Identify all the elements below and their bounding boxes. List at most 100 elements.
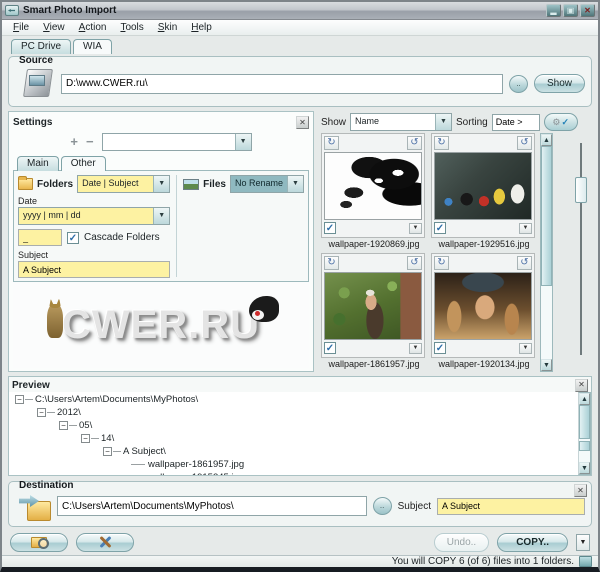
rotate-cw-icon[interactable]: ↻ (324, 256, 339, 270)
menu-action[interactable]: Action (72, 21, 114, 34)
scrollbar-thumb[interactable] (541, 146, 552, 286)
photo-options-dropdown[interactable]: ▼ (519, 223, 532, 234)
chevron-down-icon[interactable]: ▼ (153, 208, 169, 224)
tree-collapse-icon[interactable]: − (59, 421, 68, 430)
app-window: Smart Photo Import ▂ ▣ ✕ File View Actio… (0, 0, 600, 572)
destination-path-input[interactable] (57, 496, 367, 516)
tree-row[interactable]: − 14\ (13, 432, 578, 445)
destination-close-icon[interactable]: ✕ (574, 484, 587, 497)
tools-button[interactable] (76, 533, 134, 552)
copy-options-dropdown[interactable]: ▼ (576, 534, 590, 551)
thumbnail-size-slider[interactable] (575, 143, 587, 355)
files-rename-combobox[interactable]: No Rename ▼ (230, 175, 304, 193)
chevron-down-icon[interactable]: ▼ (153, 176, 169, 192)
preview-title: Preview (12, 380, 50, 391)
chevron-down-icon[interactable]: ▼ (435, 114, 451, 130)
rotate-ccw-icon[interactable]: ↺ (517, 136, 532, 150)
watermark-text: CWER.RU (62, 303, 260, 348)
tree-row[interactable]: wallpaper-1861957.jpg (13, 458, 578, 471)
menu-help[interactable]: Help (184, 21, 219, 34)
tab-main[interactable]: Main (17, 156, 59, 171)
photo-thumbnail[interactable] (434, 152, 532, 220)
rotate-cw-icon[interactable]: ↻ (324, 136, 339, 150)
copy-button[interactable]: COPY.. (497, 533, 568, 552)
tree-row[interactable]: − C:\Users\Artem\Documents\MyPhotos\ (13, 393, 578, 406)
photo-select-checkbox[interactable]: ✓ (324, 342, 336, 354)
scroll-down-icon[interactable]: ▼ (579, 462, 590, 474)
scrollbar-thumb[interactable] (579, 405, 590, 439)
photos-scrollbar[interactable]: ▲ ▼ (540, 133, 553, 372)
tree-row[interactable]: − A Subject\ (13, 445, 578, 458)
photo-options-dropdown[interactable]: ▼ (409, 223, 422, 234)
source-browse-button[interactable]: .. (509, 75, 528, 93)
menu-skin[interactable]: Skin (151, 21, 184, 34)
photo-thumbnail[interactable] (434, 272, 532, 340)
sorting-input[interactable] (492, 114, 540, 131)
menu-file[interactable]: File (6, 21, 36, 34)
photo-card[interactable]: ↻ ↺ ✓ ▼ (431, 253, 535, 358)
photo-options-dropdown[interactable]: ▼ (519, 343, 532, 354)
apply-settings-button[interactable]: ⚙ ✓ (544, 113, 578, 131)
preview-panel: Preview ✕ − C:\Users\Artem\Documents\MyP… (8, 376, 592, 476)
subject-input[interactable] (18, 261, 170, 278)
settings-close-icon[interactable]: ✕ (296, 116, 309, 129)
cascade-folders-checkbox[interactable]: ✓ (67, 232, 79, 244)
photo-thumbnail[interactable] (324, 152, 422, 220)
preview-close-icon[interactable]: ✕ (575, 379, 588, 392)
photo-thumbnail[interactable] (324, 272, 422, 340)
maximize-button[interactable]: ▣ (563, 4, 578, 17)
slider-handle[interactable] (575, 177, 587, 203)
tree-row[interactable]: − 05\ (13, 419, 578, 432)
chevron-down-icon[interactable]: ▼ (235, 134, 251, 150)
rotate-cw-icon[interactable]: ↻ (434, 256, 449, 270)
photo-select-checkbox[interactable]: ✓ (434, 222, 446, 234)
subject-label: Subject (18, 250, 170, 260)
undo-button[interactable]: Undo.. (434, 533, 489, 552)
tree-collapse-icon[interactable]: − (37, 408, 46, 417)
source-show-button[interactable]: Show (534, 74, 585, 93)
menu-view[interactable]: View (36, 21, 72, 34)
photo-card[interactable]: ↻ ↺ ✓ ▼ (321, 253, 425, 358)
chevron-down-icon[interactable]: ▼ (287, 176, 303, 192)
scroll-up-icon[interactable]: ▲ (541, 134, 552, 146)
source-path-input[interactable] (61, 74, 503, 94)
source-drive-icon (21, 67, 55, 101)
preset-remove-button[interactable]: − (86, 137, 94, 147)
close-button[interactable]: ✕ (580, 4, 595, 17)
tree-collapse-icon[interactable]: − (81, 434, 90, 443)
tree-row[interactable]: wallpaper-1915345.jpg (13, 471, 578, 475)
rotate-ccw-icon[interactable]: ↺ (407, 136, 422, 150)
rotate-ccw-icon[interactable]: ↺ (407, 256, 422, 270)
minimize-button[interactable]: ▂ (546, 4, 561, 17)
photo-card[interactable]: ↻ ↺ ✓ ▼ (321, 133, 425, 238)
rotate-ccw-icon[interactable]: ↺ (517, 256, 532, 270)
scroll-down-icon[interactable]: ▼ (541, 359, 552, 371)
menu-tools[interactable]: Tools (113, 21, 150, 34)
folders-mode-combobox[interactable]: Date | Subject ▼ (77, 175, 170, 193)
date-format-combobox[interactable]: yyyy | mm | dd ▼ (18, 207, 170, 225)
tree-row[interactable]: − 2012\ (13, 406, 578, 419)
destination-subject-input[interactable] (437, 498, 585, 515)
destination-browse-button[interactable]: .. (373, 497, 392, 515)
tools-icon (97, 536, 113, 548)
tab-wia[interactable]: WIA (73, 39, 112, 54)
separator-input[interactable] (18, 229, 62, 246)
scrollbar-thumb[interactable] (579, 441, 590, 451)
preset-add-button[interactable]: + (70, 137, 78, 147)
tab-pc-drive[interactable]: PC Drive (11, 39, 71, 54)
tree-collapse-icon[interactable]: − (15, 395, 24, 404)
scroll-up-icon[interactable]: ▲ (579, 393, 590, 405)
tab-other[interactable]: Other (61, 156, 106, 171)
photo-select-checkbox[interactable]: ✓ (434, 342, 446, 354)
tree-collapse-icon[interactable]: − (103, 447, 112, 456)
open-destination-button[interactable] (10, 533, 68, 552)
preset-combobox[interactable]: ▼ (102, 133, 252, 151)
show-label: Show (321, 117, 346, 128)
photo-select-checkbox[interactable]: ✓ (324, 222, 336, 234)
preview-scrollbar[interactable]: ▲ ▼ (578, 392, 591, 475)
photo-options-dropdown[interactable]: ▼ (409, 343, 422, 354)
show-combobox[interactable]: Name ▼ (350, 113, 452, 131)
watermark-area: CWER.RU (13, 282, 309, 368)
photo-card[interactable]: ↻ ↺ ✓ ▼ (431, 133, 535, 238)
rotate-cw-icon[interactable]: ↻ (434, 136, 449, 150)
